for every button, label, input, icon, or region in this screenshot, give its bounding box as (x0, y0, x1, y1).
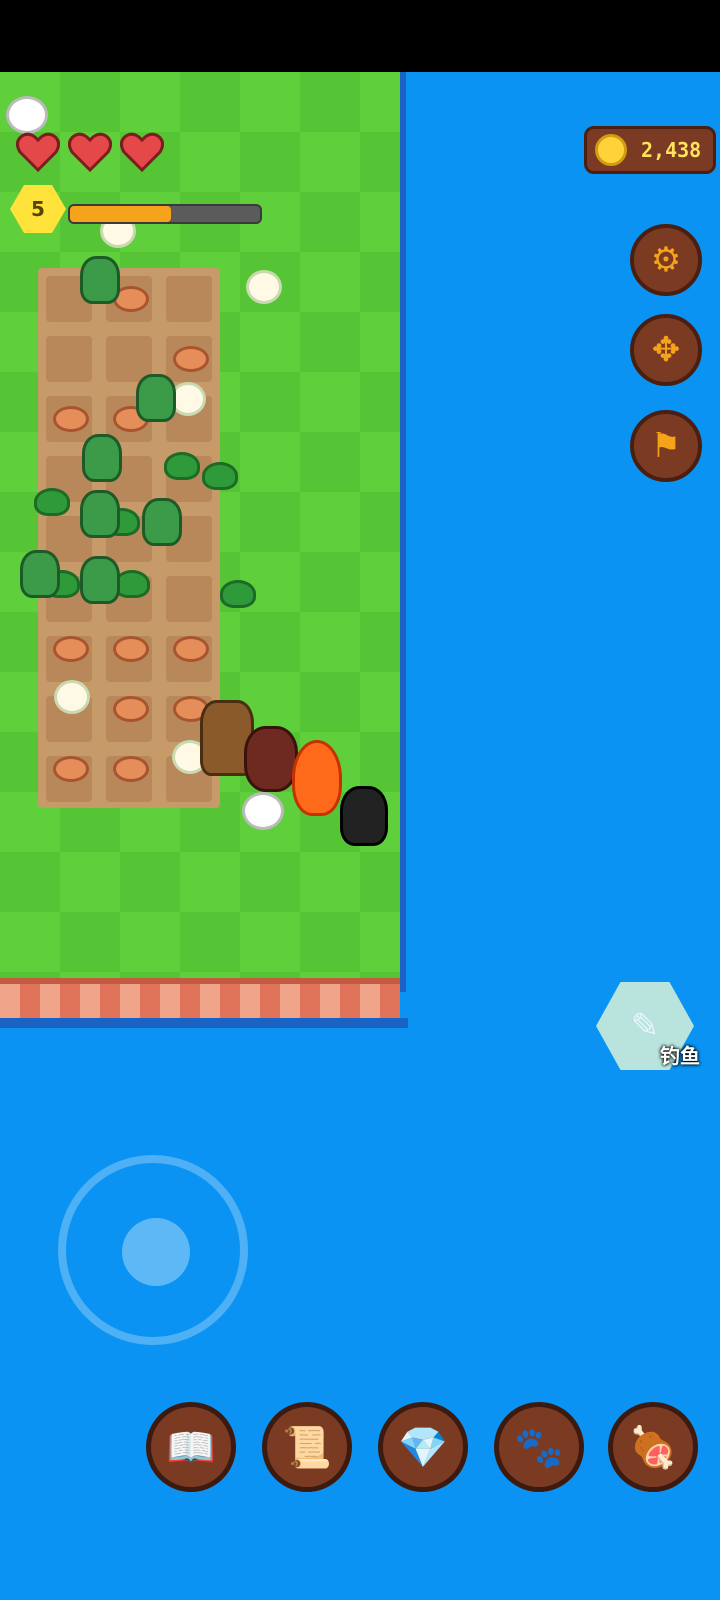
flag-icon: ⚑ (650, 426, 682, 466)
cotton-crop[interactable] (246, 270, 282, 304)
soil-tile[interactable] (46, 336, 92, 382)
coin-counter: 2,438 (584, 126, 716, 174)
fire-spirit-companion[interactable] (292, 740, 342, 816)
chicken[interactable] (242, 792, 284, 830)
soil-tile[interactable] (166, 276, 212, 322)
goblin-worker[interactable] (136, 374, 176, 422)
bush[interactable] (164, 452, 200, 480)
goblin-worker[interactable] (80, 490, 120, 538)
book-icon: 📖 (166, 1424, 216, 1471)
move-button[interactable]: ✥ (630, 314, 702, 386)
goblin-worker[interactable] (82, 434, 122, 482)
sprout[interactable] (113, 756, 149, 782)
heart-icon (67, 132, 113, 173)
joystick-knob[interactable] (122, 1218, 190, 1286)
bush[interactable] (202, 462, 238, 490)
gear-icon: ⚙ (650, 240, 682, 280)
pets-button[interactable]: 🐾 (494, 1402, 584, 1492)
xp-bar (68, 204, 262, 224)
chicken[interactable] (6, 96, 48, 134)
shop-button[interactable]: 💎 (378, 1402, 468, 1492)
heart-icon (119, 132, 165, 173)
fishing-lure-icon: ✎ (630, 1006, 660, 1046)
move-arrows-icon: ✥ (651, 330, 681, 370)
goblin-worker[interactable] (20, 550, 60, 598)
sprout[interactable] (113, 696, 149, 722)
map-button[interactable]: 📜 (262, 1402, 352, 1492)
sprout[interactable] (113, 636, 149, 662)
sprout[interactable] (53, 756, 89, 782)
meat-icon: 🍖 (628, 1424, 678, 1471)
sprout[interactable] (173, 636, 209, 662)
shore-foam (0, 1018, 408, 1028)
sprout[interactable] (53, 636, 89, 662)
food-button[interactable]: 🍖 (608, 1402, 698, 1492)
settings-button[interactable]: ⚙ (630, 224, 702, 296)
fishing-label: 钓鱼 (660, 1044, 700, 1068)
sprout[interactable] (53, 406, 89, 432)
cotton-crop[interactable] (54, 680, 90, 714)
flag-button[interactable]: ⚑ (630, 410, 702, 482)
goblin-worker[interactable] (142, 498, 182, 546)
bear-companion[interactable] (244, 726, 298, 792)
gem-coin-icon: 💎 (398, 1424, 448, 1471)
xp-bar-fill (70, 206, 171, 222)
goblin-worker[interactable] (80, 556, 120, 604)
soil-tile[interactable] (166, 576, 212, 622)
sprout[interactable] (173, 346, 209, 372)
heart-icon (15, 132, 61, 173)
player-character[interactable] (340, 786, 388, 846)
paw-icon: 🐾 (514, 1424, 564, 1471)
coin-icon (595, 134, 627, 166)
level-value: 5 (31, 197, 45, 221)
journal-button[interactable]: 📖 (146, 1402, 236, 1492)
bush[interactable] (34, 488, 70, 516)
goblin-worker[interactable] (80, 256, 120, 304)
coin-value: 2,438 (641, 138, 702, 162)
bush[interactable] (220, 580, 256, 608)
status-bar (0, 0, 720, 72)
map-scroll-icon: 📜 (282, 1424, 332, 1471)
